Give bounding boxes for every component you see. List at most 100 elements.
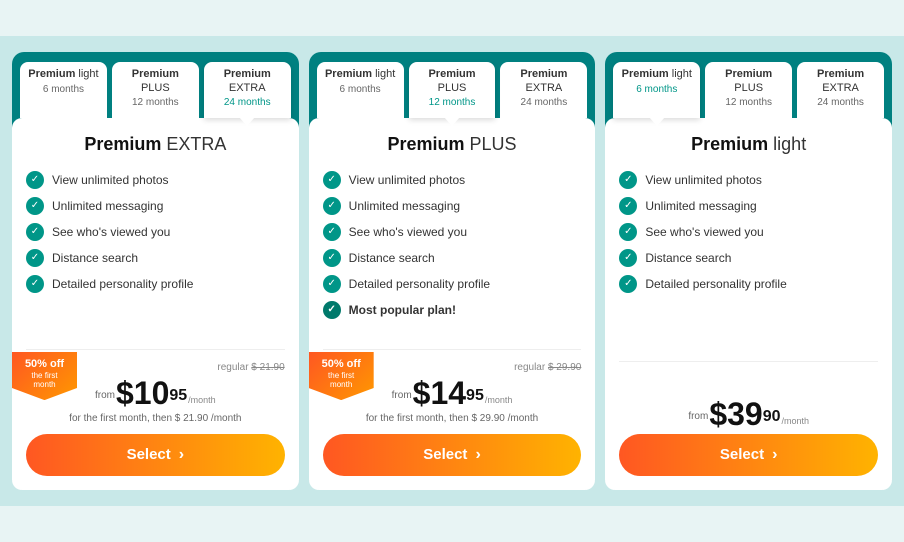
tab-extra[interactable]: Premium EXTRA24 months xyxy=(204,62,291,117)
feature-text: View unlimited photos xyxy=(645,173,762,187)
tab-title: Premium light xyxy=(621,68,692,81)
tab-active-arrow xyxy=(444,117,460,126)
select-button[interactable]: Select › xyxy=(26,434,285,476)
tab-extra[interactable]: Premium EXTRA 24 months xyxy=(797,62,884,117)
check-icon: ✓ xyxy=(26,171,44,189)
tabs-row: Premium light6 monthsPremium PLUS12 mont… xyxy=(309,52,596,117)
feature-item: ✓ Detailed personality profile xyxy=(323,275,582,293)
feature-item: ✓ View unlimited photos xyxy=(323,171,582,189)
tab-subtitle: 6 months xyxy=(28,84,99,95)
feature-item: ✓ Unlimited messaging xyxy=(26,197,285,215)
first-month-note: for the first month, then $ 21.90 /month xyxy=(26,413,285,424)
check-icon: ✓ xyxy=(26,197,44,215)
pricing-divider xyxy=(323,349,582,350)
main-price-row: from$3990/month xyxy=(619,398,878,430)
select-button-label: Select xyxy=(720,446,764,463)
feature-item: ✓View unlimited photos xyxy=(26,171,285,189)
feature-text: Distance search xyxy=(52,251,138,265)
select-button-label: Select xyxy=(127,446,171,463)
feature-item: ✓Distance search xyxy=(619,249,878,267)
from-label: from xyxy=(392,390,412,401)
tab-subtitle: 12 months xyxy=(417,97,488,108)
price-dollar: $39 xyxy=(709,398,762,430)
plan-title: Premium light xyxy=(619,134,878,155)
pricing-divider xyxy=(619,361,878,362)
price-cents: 90 xyxy=(763,408,781,426)
feature-text: Detailed personality profile xyxy=(52,277,193,291)
check-icon: ✓ xyxy=(323,275,341,293)
tab-subtitle: 24 months xyxy=(508,97,579,108)
tabs-row: Premium light6 monthsPremium PLUS12 mont… xyxy=(605,52,892,117)
select-button[interactable]: Select› xyxy=(323,434,582,476)
tab-title: Premium light xyxy=(325,68,396,81)
from-label: from xyxy=(688,411,708,422)
tab-extra[interactable]: Premium EXTRA 24 months xyxy=(500,62,587,117)
check-icon: ✓ xyxy=(323,301,341,319)
pricing-section: 50% offthe first monthregular $ 29.90fro… xyxy=(323,362,582,434)
check-icon: ✓ xyxy=(323,197,341,215)
check-icon: ✓ xyxy=(619,197,637,215)
feature-text: Detailed personality profile xyxy=(349,277,490,291)
badge-subtext: the first month xyxy=(317,371,366,390)
tab-light[interactable]: Premium light 6 months xyxy=(20,62,107,117)
tab-title: Premium PLUS xyxy=(713,68,784,94)
price-period: /month xyxy=(188,395,216,405)
check-icon: ✓ xyxy=(323,223,341,241)
tab-title: Premium light xyxy=(28,68,99,81)
feature-item: ✓ Distance search xyxy=(323,249,582,267)
check-icon: ✓ xyxy=(619,249,637,267)
check-icon: ✓ xyxy=(323,249,341,267)
feature-item: ✓ Most popular plan! xyxy=(323,301,582,319)
check-icon: ✓ xyxy=(619,171,637,189)
feature-text: Distance search xyxy=(349,251,435,265)
card-body: Premium EXTRA✓View unlimited photos✓Unli… xyxy=(12,118,299,490)
feature-text: View unlimited photos xyxy=(349,173,466,187)
tab-plus[interactable]: Premium PLUS12 months xyxy=(409,62,496,117)
feature-text: Unlimited messaging xyxy=(349,199,460,213)
feature-item: ✓ Unlimited messaging xyxy=(323,197,582,215)
price-cents: 95 xyxy=(466,387,484,405)
check-icon: ✓ xyxy=(26,223,44,241)
check-icon: ✓ xyxy=(323,171,341,189)
feature-text: See who's viewed you xyxy=(52,225,170,239)
feature-text: Unlimited messaging xyxy=(52,199,163,213)
tab-plus[interactable]: Premium PLUS12 months xyxy=(112,62,199,117)
tab-subtitle: 24 months xyxy=(805,97,876,108)
select-arrow-icon: › xyxy=(179,446,184,464)
tab-light[interactable]: Premium light6 months xyxy=(317,62,404,117)
features-list: ✓View unlimited photos✓Unlimited messagi… xyxy=(26,171,285,327)
tab-subtitle: 24 months xyxy=(212,97,283,108)
tab-title: Premium EXTRA xyxy=(805,68,876,94)
feature-text: See who's viewed you xyxy=(645,225,763,239)
tab-light[interactable]: Premium light6 months xyxy=(613,62,700,117)
feature-item: ✓ Unlimited messaging xyxy=(619,197,878,215)
tab-active-arrow xyxy=(649,117,665,126)
price-dollar: $14 xyxy=(413,377,466,409)
feature-item: ✓See who's viewed you xyxy=(619,223,878,241)
tab-title: Premium EXTRA xyxy=(508,68,579,94)
features-list: ✓ View unlimited photos ✓ Unlimited messagi… xyxy=(323,171,582,327)
select-button[interactable]: Select › xyxy=(619,434,878,476)
features-list: ✓ View unlimited photos ✓ Unlimited messagi… xyxy=(619,171,878,339)
tab-active-arrow xyxy=(239,117,255,126)
tab-plus[interactable]: Premium PLUS12 months xyxy=(705,62,792,117)
feature-text: Unlimited messaging xyxy=(645,199,756,213)
feature-item: ✓See who's viewed you xyxy=(323,223,582,241)
badge-text: 50% off xyxy=(317,358,366,371)
first-month-note: for the first month, then $ 29.90 /month xyxy=(323,413,582,424)
feature-text: Detailed personality profile xyxy=(645,277,786,291)
from-label: from xyxy=(95,390,115,401)
select-button-label: Select xyxy=(423,446,467,463)
price-cents: 95 xyxy=(169,387,187,405)
card-body: Premium light ✓ View unlimited photos ✓ Unli… xyxy=(605,118,892,490)
pricing-section: from$3990/month xyxy=(619,374,878,434)
price-dollar: $10 xyxy=(116,377,169,409)
price-period: /month xyxy=(782,416,810,426)
badge-subtext: the first month xyxy=(20,371,69,390)
price-period: /month xyxy=(485,395,513,405)
select-arrow-icon: › xyxy=(772,446,777,464)
pricing-divider xyxy=(26,349,285,350)
feature-item: ✓ View unlimited photos xyxy=(619,171,878,189)
feature-text: Most popular plan! xyxy=(349,303,456,317)
tab-subtitle: 12 months xyxy=(120,97,191,108)
